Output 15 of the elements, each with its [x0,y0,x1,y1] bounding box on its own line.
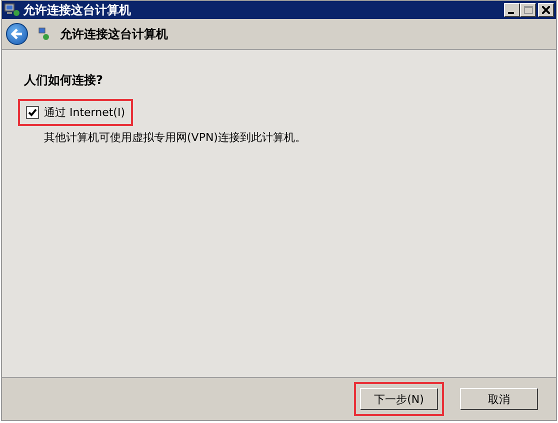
option-description: 其他计算机可使用虚拟专用网(VPN)连接到此计算机。 [44,130,307,145]
checkmark-icon [28,108,37,117]
back-arrow-icon [10,27,24,41]
maximize-icon [524,6,532,14]
page-title: 允许连接这台计算机 [60,26,168,42]
window-title: 允许连接这台计算机 [23,2,132,18]
minimize-button[interactable] [504,3,520,17]
close-icon [542,6,550,14]
section-heading: 人们如何连接? [24,72,104,89]
next-button[interactable]: 下一步(N) [360,388,438,410]
checkbox[interactable] [26,106,39,119]
cancel-button[interactable]: 取消 [460,388,538,410]
close-button[interactable] [538,3,554,17]
back-button[interactable] [6,23,28,45]
internet-checkbox[interactable]: 通过 Internet(I) [18,99,134,126]
